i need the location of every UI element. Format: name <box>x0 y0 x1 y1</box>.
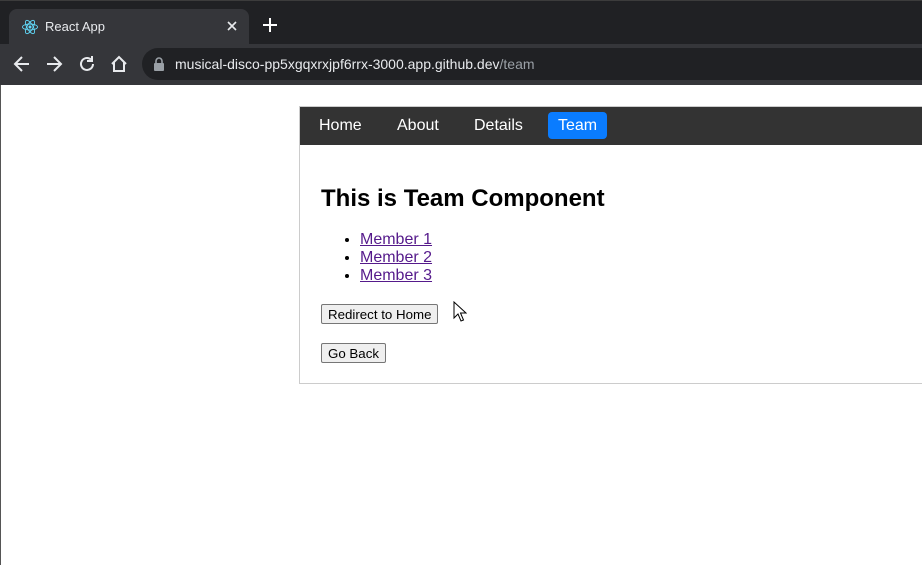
browser-tab-strip: React App <box>0 0 922 45</box>
member-3-link[interactable]: Member 3 <box>360 267 432 284</box>
go-back-button[interactable]: Go Back <box>321 343 386 363</box>
new-tab-icon[interactable] <box>262 17 278 33</box>
nav-team-link[interactable]: Team <box>548 112 608 139</box>
browser-tab[interactable]: React App <box>9 9 249 45</box>
react-logo-icon <box>22 19 38 35</box>
member-list: Member 1 Member 2 Member 3 <box>321 231 432 285</box>
home-icon[interactable] <box>109 54 129 74</box>
app-navbar: Home About Details Team <box>300 107 922 145</box>
mouse-cursor-icon <box>453 301 467 322</box>
list-item: Member 2 <box>360 249 432 267</box>
redirect-home-button[interactable]: Redirect to Home <box>321 304 439 324</box>
url-text[interactable]: musical-disco-pp5xgqxrxjpf6rrx-3000.app.… <box>175 56 535 72</box>
app-container: Home About Details Team This is Team Com… <box>299 106 922 384</box>
reload-icon[interactable] <box>77 54 97 74</box>
list-item: Member 3 <box>360 267 432 285</box>
list-item: Member 1 <box>360 231 432 249</box>
close-tab-icon[interactable] <box>225 19 239 33</box>
page-heading: This is Team Component <box>321 185 605 212</box>
address-bar[interactable]: musical-disco-pp5xgqxrxjpf6rrx-3000.app.… <box>142 48 922 80</box>
member-2-link[interactable]: Member 2 <box>360 249 432 266</box>
nav-home-link[interactable]: Home <box>309 112 372 139</box>
url-host: musical-disco-pp5xgqxrxjpf6rrx-3000.app.… <box>175 56 500 72</box>
back-arrow-icon[interactable] <box>12 54 32 74</box>
url-path: /team <box>499 56 535 72</box>
page-viewport: Home About Details Team This is Team Com… <box>0 85 922 565</box>
member-1-link[interactable]: Member 1 <box>360 231 432 248</box>
nav-details-link[interactable]: Details <box>464 112 533 139</box>
nav-about-link[interactable]: About <box>387 112 449 139</box>
browser-toolbar: musical-disco-pp5xgqxrxjpf6rrx-3000.app.… <box>0 44 922 85</box>
forward-arrow-icon[interactable] <box>44 54 64 74</box>
tab-title: React App <box>45 19 105 34</box>
lock-icon[interactable] <box>153 57 165 71</box>
